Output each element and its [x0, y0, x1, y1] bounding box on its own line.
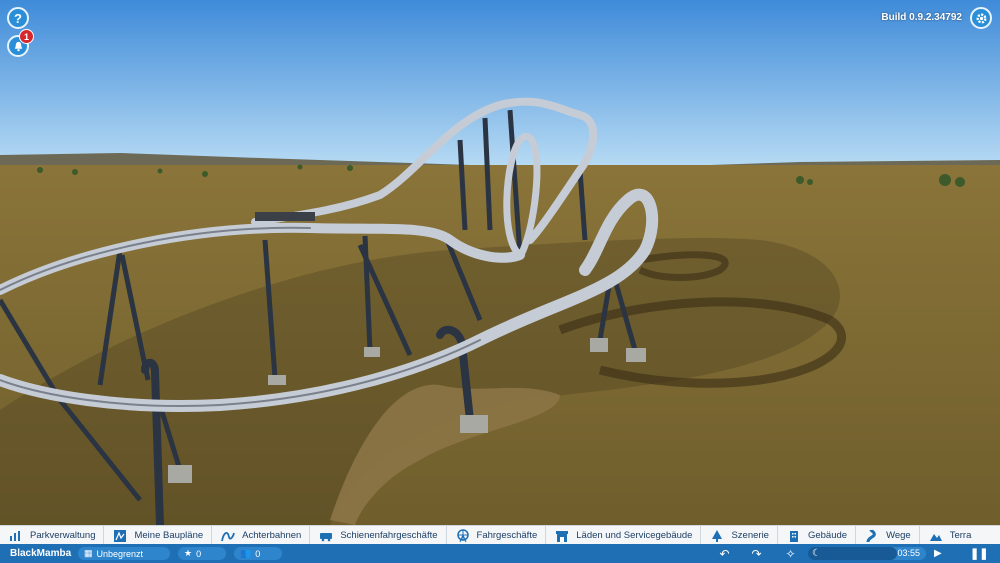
menu-blueprints[interactable]: Meine Baupläne — [104, 526, 213, 545]
park-name: BlackMamba — [10, 548, 72, 559]
pause-button[interactable]: ❚❚ — [970, 544, 988, 563]
moon-icon: ☾ — [812, 548, 821, 559]
menu-label: Fahrgeschäfte — [476, 530, 538, 541]
park-management-icon — [8, 528, 24, 544]
pause-icon: ❚❚ — [970, 548, 989, 560]
menu-label: Schienenfahrgeschäfte — [340, 530, 438, 541]
menu-terrain[interactable]: Terra — [920, 526, 980, 545]
track-ride-icon — [318, 528, 334, 544]
menu-scenery[interactable]: Szenerie — [701, 526, 778, 545]
play-icon: ▶ — [934, 548, 942, 559]
money-value: Unbegrenzt — [96, 548, 144, 559]
day-time-bar: ☾ 03:55 — [808, 547, 926, 560]
weather-button[interactable]: ✧ — [781, 544, 800, 563]
settings-button[interactable] — [970, 7, 992, 29]
terrain-icon — [928, 528, 944, 544]
blueprints-icon — [112, 528, 128, 544]
menu-label: Meine Baupläne — [134, 530, 204, 541]
shop-icon — [554, 528, 570, 544]
menu-label: Wege — [886, 530, 911, 541]
day-progress-fill — [808, 547, 897, 560]
menu-label: Achterbahnen — [242, 530, 302, 541]
rollercoaster-icon — [220, 528, 236, 544]
menu-track-rides[interactable]: Schienenfahrgeschäfte — [310, 526, 447, 545]
menu-paths[interactable]: Wege — [856, 526, 920, 545]
help-button[interactable]: ? — [7, 7, 29, 29]
undo-button[interactable]: ↶ — [715, 544, 734, 563]
redo-icon: ↷ — [751, 546, 762, 561]
redo-button[interactable]: ↷ — [747, 544, 766, 563]
menu-label: Szenerie — [731, 530, 769, 541]
menu-shops-services[interactable]: Läden und Servicegebäude — [546, 526, 702, 545]
menu-label: Terra — [949, 530, 972, 541]
build-menu-bar: Parkverwaltung Meine Baupläne Achterbahn… — [0, 525, 1000, 545]
money-icon: ▦ — [84, 548, 93, 558]
night-sparkle-icon: ✧ — [785, 546, 796, 561]
star-icon: ★ — [184, 548, 193, 558]
menu-label: Parkverwaltung — [30, 530, 96, 541]
park-rating-display[interactable]: ★ 0 — [178, 547, 226, 560]
build-version: Build 0.9.2.34792 — [881, 12, 962, 23]
menu-label: Gebäude — [807, 530, 848, 541]
undo-icon: ↶ — [719, 546, 730, 561]
building-icon — [786, 528, 802, 544]
money-display[interactable]: ▦ Unbegrenzt — [78, 547, 170, 560]
help-icon: ? — [14, 10, 22, 26]
ferris-wheel-icon — [455, 528, 471, 544]
rating-value: 0 — [196, 548, 202, 559]
game-clock: 03:55 — [897, 548, 920, 558]
menu-label: Läden und Servicegebäude — [576, 530, 693, 541]
menu-flat-rides[interactable]: Fahrgeschäfte — [447, 526, 547, 545]
gear-icon — [976, 13, 986, 23]
menu-buildings[interactable]: Gebäude — [778, 526, 857, 545]
guests-value: 0 — [255, 548, 261, 559]
guest-count-display[interactable]: 👥 0 — [234, 547, 282, 560]
menu-park-management[interactable]: Parkverwaltung — [0, 526, 105, 545]
menu-rollercoasters[interactable]: Achterbahnen — [212, 526, 311, 545]
game-viewport[interactable] — [0, 0, 1000, 563]
path-icon — [864, 528, 880, 544]
play-speed-button[interactable]: ▶ — [934, 544, 948, 563]
tree-icon — [709, 528, 725, 544]
notification-count-badge: 1 — [19, 29, 34, 44]
guests-icon: 👥 — [240, 548, 252, 558]
